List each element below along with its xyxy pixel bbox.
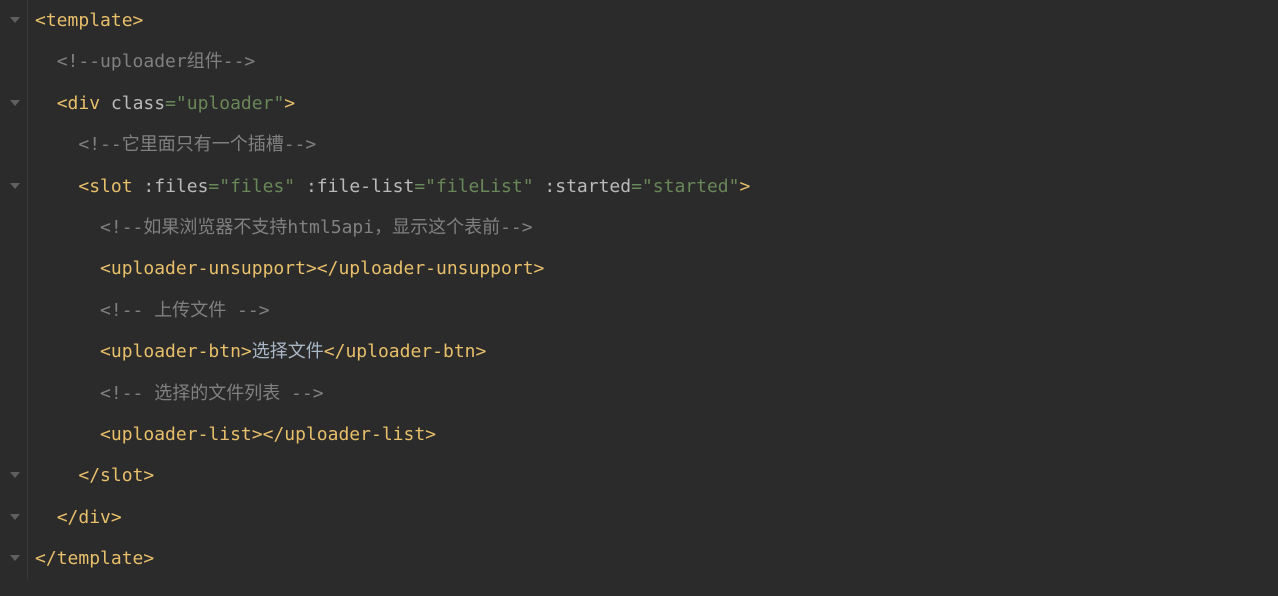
code-line[interactable]: </div> [30, 497, 1278, 538]
token-bracket: < [35, 10, 46, 31]
token-bracket: ></ [252, 424, 285, 445]
token-bracket: > [111, 507, 122, 528]
code-line[interactable]: <uploader-unsupport></uploader-unsupport… [30, 248, 1278, 289]
code-line[interactable]: <uploader-list></uploader-list> [30, 414, 1278, 455]
token-bracket: </ [324, 341, 346, 362]
token-tag: div [78, 507, 111, 528]
token-tag: template [57, 548, 144, 569]
code-line[interactable]: <!-- 上传文件 --> [30, 290, 1278, 331]
code-line[interactable]: </template> [30, 538, 1278, 579]
token-tag: uploader-btn [111, 341, 241, 362]
token-bracket: > [133, 10, 144, 31]
token-bracket: > [284, 93, 295, 114]
token-comment: <!--uploader组件--> [57, 51, 256, 72]
token-bracket: < [78, 176, 89, 197]
fold-marker-icon[interactable] [8, 470, 20, 482]
token-comment: <!--如果浏览器不支持html5api，显示这个表前--> [100, 217, 533, 238]
fold-marker-icon[interactable] [8, 181, 20, 193]
token-bracket: > [534, 258, 545, 279]
editor-gutter [0, 0, 28, 579]
code-line[interactable]: <div class="uploader"> [30, 83, 1278, 124]
token-text-content: 选择文件 [252, 341, 324, 362]
code-editor[interactable]: <template> <!--uploader组件--> <div class=… [0, 0, 1278, 579]
token-bracket: </ [35, 548, 57, 569]
token-bracket: > [143, 548, 154, 569]
token-bracket: > [241, 341, 252, 362]
code-line[interactable]: <uploader-btn>选择文件</uploader-btn> [30, 331, 1278, 372]
token-bracket: > [143, 465, 154, 486]
token-attr-name: :started [544, 176, 631, 197]
fold-marker-icon[interactable] [8, 15, 20, 27]
token-tag: template [46, 10, 133, 31]
code-line[interactable]: <slot :files="files" :file-list="fileLis… [30, 166, 1278, 207]
fold-marker-icon[interactable] [8, 98, 20, 110]
code-line[interactable]: <template> [30, 0, 1278, 41]
token-bracket: < [100, 341, 111, 362]
token-attr-name: :files [143, 176, 208, 197]
token-attr-name: :file-list [306, 176, 414, 197]
token-comment: <!-- 上传文件 --> [100, 300, 270, 321]
token-tag: uploader-list [284, 424, 425, 445]
token-attr-value: ="files" [208, 176, 306, 197]
token-bracket: < [57, 93, 68, 114]
token-attr-name: class [111, 93, 165, 114]
token-bracket: > [739, 176, 750, 197]
token-tag: div [68, 93, 111, 114]
token-bracket: ></ [306, 258, 339, 279]
token-bracket: < [100, 424, 111, 445]
fold-marker-icon[interactable] [8, 553, 20, 565]
token-tag: uploader-btn [345, 341, 475, 362]
token-attr-value: ="fileList" [414, 176, 544, 197]
token-bracket: </ [57, 507, 79, 528]
token-tag: uploader-unsupport [111, 258, 306, 279]
token-tag: slot [100, 465, 143, 486]
token-bracket: > [425, 424, 436, 445]
token-tag: uploader-list [111, 424, 252, 445]
token-attr-value: ="uploader" [165, 93, 284, 114]
token-comment: <!--它里面只有一个插槽--> [78, 134, 316, 155]
token-bracket: < [100, 258, 111, 279]
code-line[interactable]: <!--如果浏览器不支持html5api，显示这个表前--> [30, 207, 1278, 248]
code-content[interactable]: <template> <!--uploader组件--> <div class=… [30, 0, 1278, 579]
token-bracket: </ [78, 465, 100, 486]
code-line[interactable]: <!--它里面只有一个插槽--> [30, 124, 1278, 165]
fold-marker-icon[interactable] [8, 512, 20, 524]
token-attr-value: ="started" [631, 176, 739, 197]
token-comment: <!-- 选择的文件列表 --> [100, 383, 324, 404]
token-tag: slot [89, 176, 143, 197]
token-bracket: > [476, 341, 487, 362]
code-line[interactable]: <!--uploader组件--> [30, 41, 1278, 82]
token-tag: uploader-unsupport [338, 258, 533, 279]
code-line[interactable]: <!-- 选择的文件列表 --> [30, 373, 1278, 414]
code-line[interactable]: </slot> [30, 455, 1278, 496]
